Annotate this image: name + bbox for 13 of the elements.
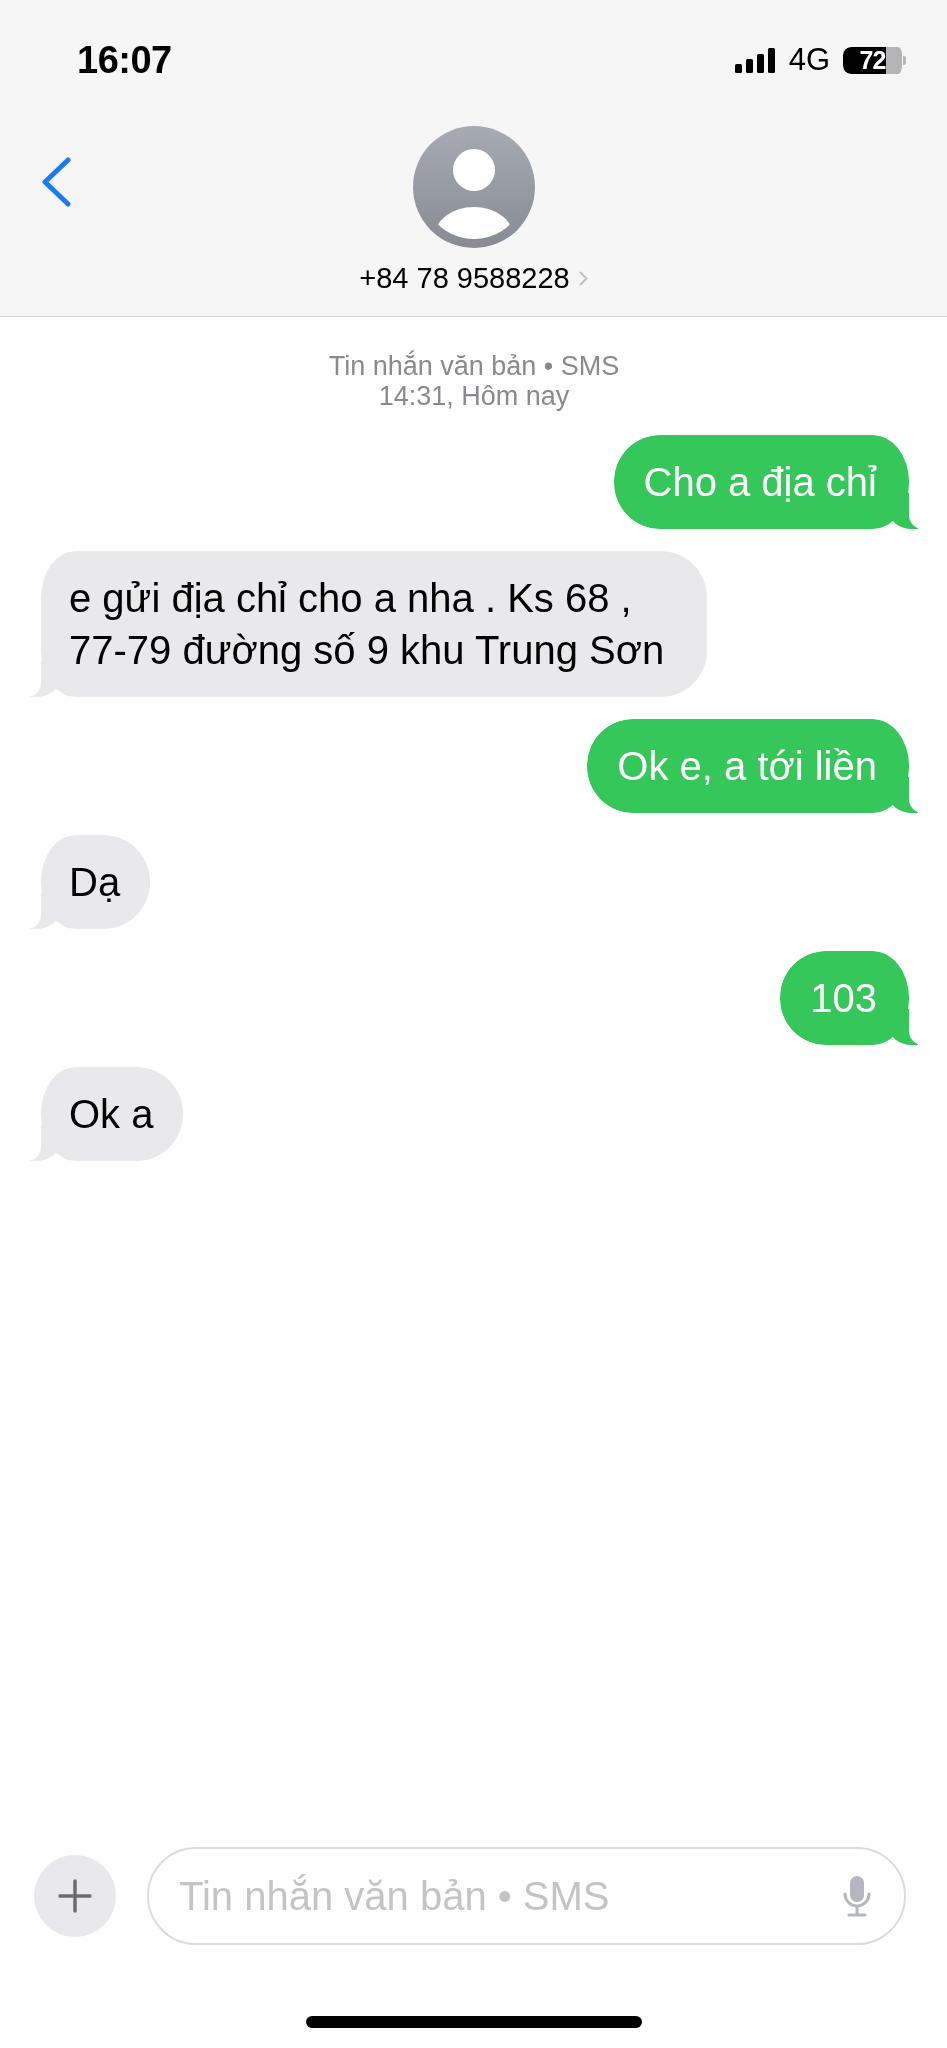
back-button[interactable] <box>41 157 71 207</box>
chevron-right-icon <box>578 270 588 286</box>
avatar-icon[interactable] <box>412 126 535 248</box>
network-type: 4G <box>788 43 830 77</box>
signal-bars-icon <box>734 47 776 73</box>
microphone-icon[interactable] <box>842 1876 872 1917</box>
status-time: 16:07 <box>77 38 172 82</box>
battery-indicator: 72 <box>843 46 906 74</box>
plus-icon[interactable] <box>58 1879 92 1913</box>
service-label: Tin nhắn văn bản • SMS <box>328 351 620 381</box>
contact-button[interactable]: +84 78 9588228 <box>359 261 588 295</box>
message-input-field[interactable]: Tin nhắn văn bản • SMS <box>147 1847 906 1945</box>
timestamp-label: 14:31, Hôm nay <box>378 381 570 411</box>
